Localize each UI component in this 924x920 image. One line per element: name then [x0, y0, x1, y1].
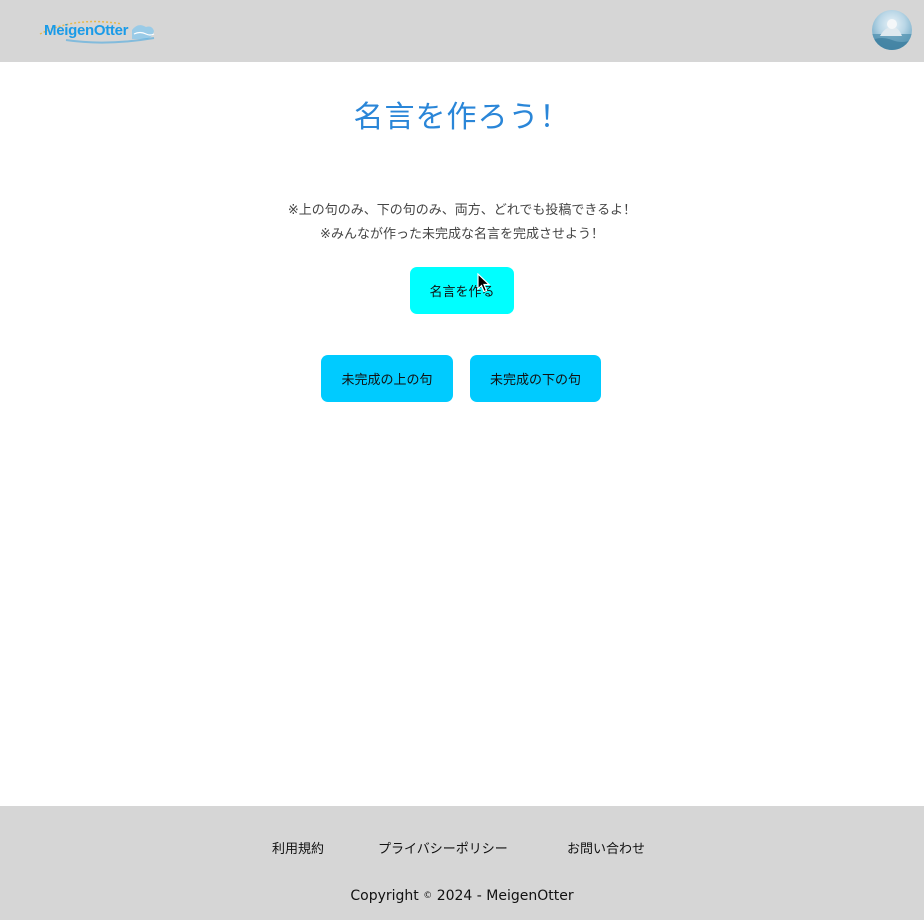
instruction-note-2: ※みんなが作った未完成な名言を完成させよう！: [320, 227, 604, 242]
footer-link-contact[interactable]: お問い合わせ: [567, 838, 645, 857]
user-avatar[interactable]: [872, 10, 912, 50]
avatar-image-icon: [872, 19, 912, 50]
footer-link-terms[interactable]: 利用規約: [272, 838, 324, 857]
logo-text: MeigenOtter: [44, 22, 129, 39]
copyright-text: 2024 - MeigenOtter: [436, 888, 574, 904]
incomplete-upper-phrase-button[interactable]: 未完成の上の句: [321, 355, 453, 402]
site-header: MeigenOtter: [0, 0, 924, 62]
create-quote-button[interactable]: 名言を作る: [410, 267, 514, 314]
footer-link-privacy-policy[interactable]: プライバシーポリシー: [378, 838, 508, 857]
incomplete-lower-phrase-button[interactable]: 未完成の下の句: [470, 355, 601, 402]
copyright-symbol: ©: [423, 891, 433, 901]
copyright-prefix: Copyright: [350, 888, 419, 904]
page: MeigenOtter 名言を作ろう！ ※上の句のみ、下の句のみ、両方、どれでも…: [0, 0, 924, 920]
copyright: Copyright © 2024 - MeigenOtter: [0, 888, 924, 904]
site-logo[interactable]: MeigenOtter: [36, 20, 160, 44]
page-title: 名言を作ろう！: [353, 100, 571, 135]
site-footer: 利用規約 プライバシーポリシー お問い合わせ Copyright © 2024 …: [0, 806, 924, 920]
instruction-note-1: ※上の句のみ、下の句のみ、両方、どれでも投稿できるよ！: [287, 203, 637, 218]
